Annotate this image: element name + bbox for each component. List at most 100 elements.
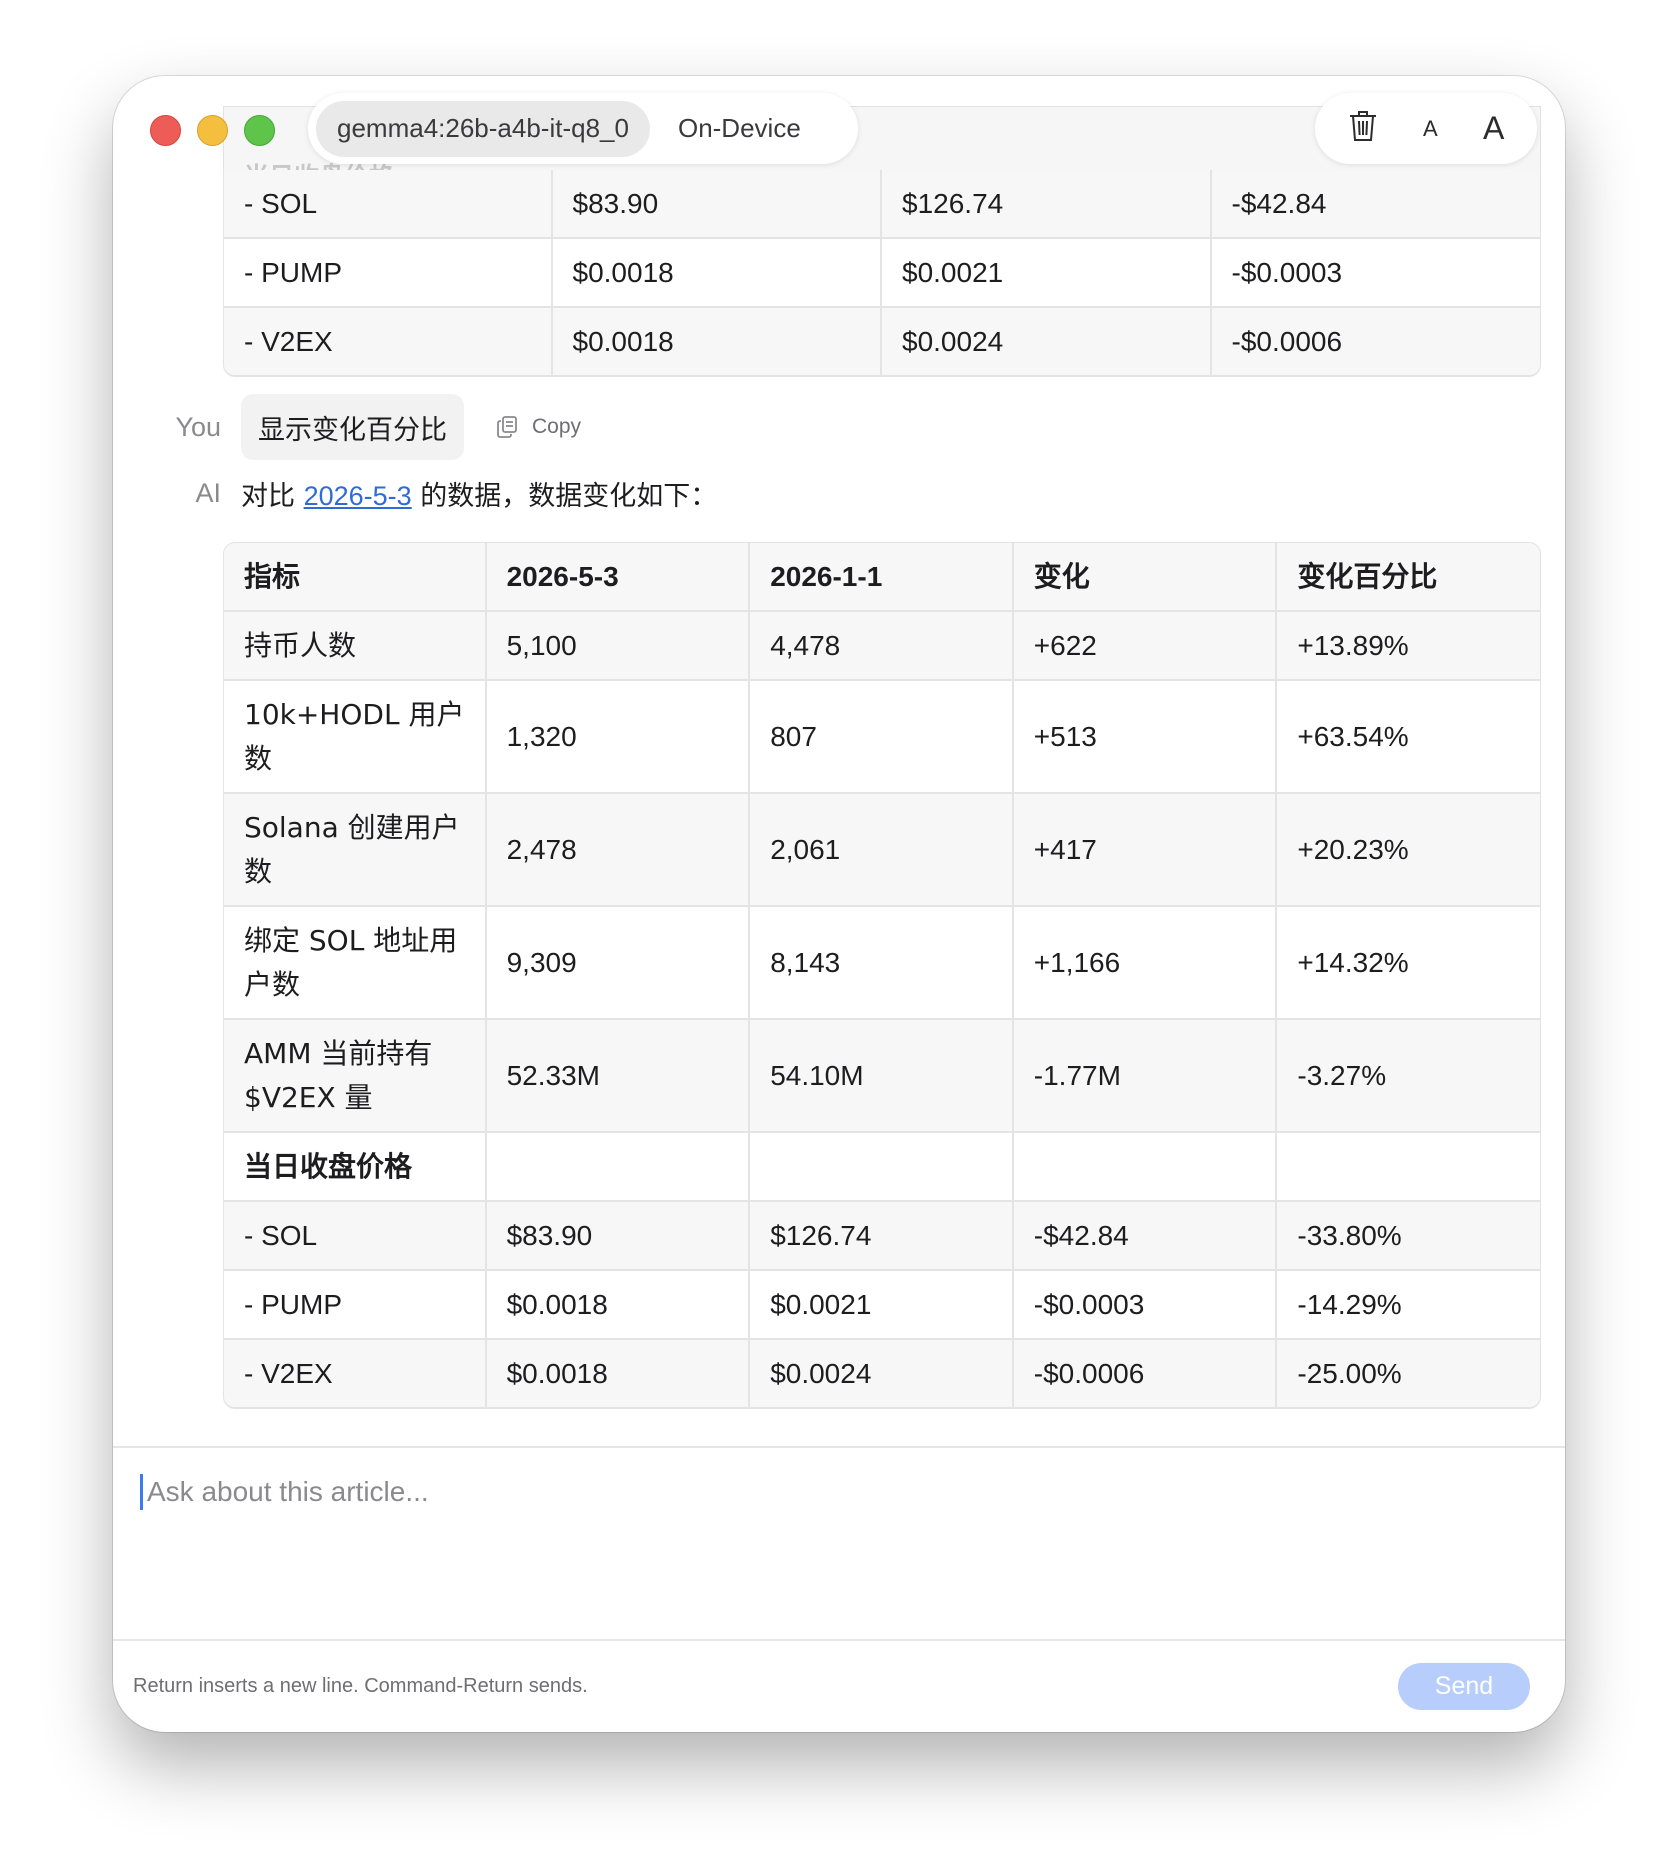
ai-intro-before: 对比 (241, 480, 304, 512)
table-cell: $0.0024 (882, 308, 1212, 377)
table-cell: -3.27% (1277, 1020, 1541, 1133)
column-header: 变化 (1013, 542, 1278, 612)
metric-cell: 绑定 SOL 地址用户数 (223, 907, 487, 1020)
table-row: 持币人数 5,100 4,478 +622 +13.89% (223, 612, 1541, 681)
table-cell: +20.23% (1277, 794, 1541, 907)
date-link[interactable]: 2026-5-3 (304, 481, 412, 511)
text-caret (140, 1474, 143, 1510)
table-row: - V2EX $0.0018 $0.0024 -$0.0006 (223, 308, 1541, 377)
table-row: 绑定 SOL 地址用户数 9,309 8,143 +1,166 +14.32% (223, 907, 1541, 1020)
table-cell: 807 (750, 681, 1014, 794)
table-cell (750, 1133, 1014, 1202)
table-cell: 2,061 (750, 794, 1014, 907)
increase-font-button[interactable]: A (1483, 110, 1504, 147)
table-cell: - V2EX (223, 308, 553, 377)
table-cell: 1,320 (486, 681, 751, 794)
chat-scroll-area[interactable]: 当日收盘价格 - SOL $83.90 $126.74 -$42.84 - PU… (113, 76, 1565, 1446)
table-cell: +14.32% (1277, 907, 1541, 1020)
table-cell: 9,309 (486, 907, 751, 1020)
metric-cell: - PUMP (223, 1271, 487, 1340)
table-row: Solana 创建用户数 2,478 2,061 +417 +20.23% (223, 794, 1541, 907)
ask-input[interactable] (147, 1470, 1527, 1514)
table-cell: $0.0021 (882, 239, 1212, 308)
table-cell: 4,478 (750, 612, 1014, 681)
table-header-row: 指标 2026-5-3 2026-1-1 变化 变化百分比 (223, 542, 1541, 612)
table-cell: -$42.84 (1013, 1202, 1278, 1271)
copy-button[interactable]: Copy (496, 415, 581, 439)
table-cell (486, 1133, 751, 1202)
keyboard-hint: Return inserts a new line. Command-Retur… (133, 1675, 588, 1697)
column-header: 指标 (223, 542, 487, 612)
send-button[interactable]: Send (1398, 1663, 1530, 1710)
ai-role: AI (195, 477, 221, 508)
copy-icon (497, 416, 517, 438)
table-cell: 2,478 (486, 794, 751, 907)
table-cell: -$0.0003 (1211, 239, 1541, 308)
previous-response-table: - SOL $83.90 $126.74 -$42.84 - PUMP $0.0… (223, 170, 1541, 377)
table-cell: $0.0018 (552, 239, 882, 308)
ai-message: AI 对比 2026-5-3 的数据，数据变化如下： (156, 471, 717, 515)
table-cell: +622 (1013, 612, 1278, 681)
table-cell: -1.77M (1013, 1020, 1278, 1133)
table-cell: - PUMP (223, 239, 553, 308)
zoom-window-button[interactable] (244, 115, 275, 146)
composer (113, 1446, 1565, 1640)
ai-intro-after: 的数据，数据变化如下： (411, 480, 718, 512)
table-cell: $126.74 (750, 1202, 1014, 1271)
table-row: AMM 当前持有 $V2EX 量 52.33M 54.10M -1.77M -3… (223, 1020, 1541, 1133)
table-row: 当日收盘价格 (223, 1133, 1541, 1202)
on-device-button[interactable]: On-Device (678, 113, 801, 144)
column-header: 2026-1-1 (750, 542, 1014, 612)
metric-cell: Solana 创建用户数 (223, 794, 487, 907)
table-cell: +63.54% (1277, 681, 1541, 794)
table-row: - SOL $83.90 $126.74 -$42.84 -33.80% (223, 1202, 1541, 1271)
table-cell (1013, 1133, 1278, 1202)
table-cell: +417 (1013, 794, 1278, 907)
copy-label: Copy (532, 415, 582, 438)
table-row: - SOL $83.90 $126.74 -$42.84 (223, 170, 1541, 239)
composer-footer: Return inserts a new line. Command-Retur… (113, 1639, 1565, 1732)
table-cell: -$42.84 (1211, 170, 1541, 239)
table-row: - PUMP $0.0018 $0.0021 -$0.0003 -14.29% (223, 1271, 1541, 1340)
table-cell: -25.00% (1277, 1340, 1541, 1409)
table-cell: $83.90 (552, 170, 882, 239)
user-role-label: You (175, 411, 221, 442)
column-header: 变化百分比 (1277, 542, 1541, 612)
table-cell: +513 (1013, 681, 1278, 794)
model-selector: gemma4:26b-a4b-it-q8_0 On-Device (308, 93, 858, 164)
table-cell: $0.0018 (552, 308, 882, 377)
model-name-button[interactable]: gemma4:26b-a4b-it-q8_0 (316, 100, 650, 157)
table-cell: +13.89% (1277, 612, 1541, 681)
column-header: 2026-5-3 (486, 542, 751, 612)
clear-chat-button[interactable] (1348, 109, 1378, 148)
metric-cell: - SOL (223, 1202, 487, 1271)
table-cell: $0.0018 (486, 1340, 751, 1409)
minimize-window-button[interactable] (197, 115, 228, 146)
metric-cell: - V2EX (223, 1340, 487, 1409)
table-cell: 5,100 (486, 612, 751, 681)
user-message: You 显示变化百分比 Copy (156, 394, 581, 460)
table-cell: 54.10M (750, 1020, 1014, 1133)
decrease-font-button[interactable]: A (1423, 116, 1438, 142)
toolbar-actions: A A (1315, 93, 1537, 164)
metric-cell: 持币人数 (223, 612, 487, 681)
table-row: 10k+HODL 用户数 1,320 807 +513 +63.54% (223, 681, 1541, 794)
table-cell: -33.80% (1277, 1202, 1541, 1271)
table-cell: $0.0024 (750, 1340, 1014, 1409)
table-cell: -$0.0006 (1211, 308, 1541, 377)
table-row: - PUMP $0.0018 $0.0021 -$0.0003 (223, 239, 1541, 308)
close-window-button[interactable] (150, 115, 181, 146)
user-message-bubble: 显示变化百分比 (241, 394, 464, 460)
table-cell: -$0.0003 (1013, 1271, 1278, 1340)
table-row: - V2EX $0.0018 $0.0024 -$0.0006 -25.00% (223, 1340, 1541, 1409)
section-label-cell: 当日收盘价格 (223, 1133, 487, 1202)
table-cell: +1,166 (1013, 907, 1278, 1020)
percentage-change-table: 指标 2026-5-3 2026-1-1 变化 变化百分比 持币人数 5,100… (223, 542, 1541, 1409)
trash-icon (1349, 111, 1376, 141)
table-cell: 8,143 (750, 907, 1014, 1020)
ai-intro-text: 对比 2026-5-3 的数据，数据变化如下： (241, 474, 717, 513)
table-cell: $0.0021 (750, 1271, 1014, 1340)
assistant-window: 当日收盘价格 - SOL $83.90 $126.74 -$42.84 - PU… (113, 76, 1565, 1732)
table-cell: $83.90 (486, 1202, 751, 1271)
metric-cell: 10k+HODL 用户数 (223, 681, 487, 794)
